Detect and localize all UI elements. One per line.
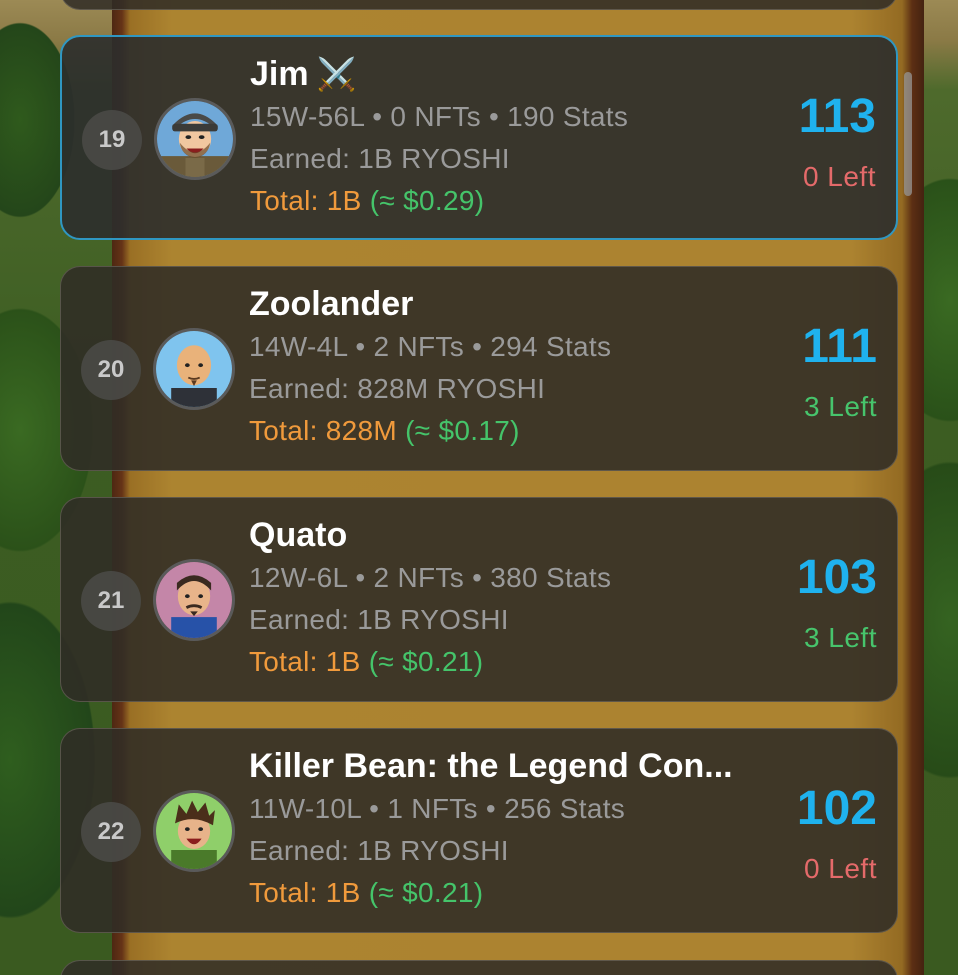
- remaining-count: 3 Left: [803, 622, 877, 653]
- leaderboard-list[interactable]: 19 Jim ⚔️ 15W-56L • 0 NFTs • 190 Stats Ea…: [0, 0, 958, 975]
- remaining-count: 3 Left: [803, 391, 877, 422]
- total-label: Total: 1B: [250, 185, 362, 216]
- score-value: 113: [798, 90, 876, 143]
- player-stats: 15W-56L • 0 NFTs • 190 Stats: [250, 101, 629, 132]
- score-value: 103: [796, 551, 877, 604]
- earned-amount: Earned: 1B RYOSHI: [250, 143, 510, 174]
- player-name-text: Jim: [250, 55, 309, 93]
- leaderboard-row[interactable]: 21 Quato 12W-6L • 2 NFTs • 380 Stats Ear…: [60, 497, 898, 702]
- rank-badge: 19: [82, 110, 142, 170]
- total-amount: Total: 1B (≈ $0.29): [250, 185, 484, 217]
- scrollbar[interactable]: [904, 72, 912, 196]
- avatar-image: [156, 793, 232, 869]
- player-name: Quato: [249, 516, 348, 554]
- remaining-count: 0 Left: [802, 161, 876, 192]
- total-usd: (≈ $0.17): [405, 415, 520, 446]
- total-label: Total: 828M: [249, 415, 398, 446]
- avatar[interactable]: [153, 559, 235, 641]
- total-usd: (≈ $0.29): [369, 185, 485, 216]
- total-amount: Total: 1B (≈ $0.21): [249, 646, 483, 678]
- earned-amount: Earned: 1B RYOSHI: [249, 835, 509, 866]
- total-amount: Total: 1B (≈ $0.21): [249, 877, 483, 909]
- leaderboard-row[interactable]: 19 Jim ⚔️ 15W-56L • 0 NFTs • 190 Stats Ea…: [60, 35, 898, 240]
- earned-amount: Earned: 1B RYOSHI: [249, 604, 509, 635]
- rank-badge: 21: [81, 571, 141, 631]
- player-name: Jim ⚔️: [250, 55, 356, 94]
- avatar[interactable]: [153, 790, 235, 872]
- score-value: 102: [796, 782, 877, 835]
- player-stats: 11W-10L • 1 NFTs • 256 Stats: [249, 793, 626, 824]
- player-name: Killer Bean: the Legend Con...: [249, 747, 733, 785]
- score-value: 111: [802, 320, 877, 373]
- remaining-count: 0 Left: [803, 853, 877, 884]
- rank-badge: 22: [81, 802, 141, 862]
- avatar[interactable]: [154, 98, 236, 180]
- player-stats: 14W-4L • 2 NFTs • 294 Stats: [249, 331, 612, 362]
- leaderboard-row[interactable]: 20 Zoolander 14W-4L • 2 NFTs • 294 Stats…: [60, 266, 898, 471]
- avatar[interactable]: [153, 328, 235, 410]
- total-label: Total: 1B: [249, 877, 361, 908]
- next-card-edge[interactable]: [60, 960, 898, 975]
- total-usd: (≈ $0.21): [368, 646, 484, 677]
- avatar-image: [156, 562, 232, 638]
- avatar-image: [157, 101, 233, 177]
- total-usd: (≈ $0.21): [368, 877, 484, 908]
- avatar-image: [156, 331, 232, 407]
- earned-amount: Earned: 828M RYOSHI: [249, 373, 546, 404]
- total-amount: Total: 828M (≈ $0.17): [249, 415, 520, 447]
- player-stats: 12W-6L • 2 NFTs • 380 Stats: [249, 562, 612, 593]
- player-name: Zoolander: [249, 285, 414, 323]
- rank-badge: 20: [81, 340, 141, 400]
- leaderboard-row[interactable]: 22 Killer Bean: the Legend Con... 11W-10…: [60, 728, 898, 933]
- crossed-swords-icon: ⚔️: [316, 56, 357, 92]
- total-label: Total: 1B: [249, 646, 361, 677]
- previous-card-edge[interactable]: [60, 0, 898, 10]
